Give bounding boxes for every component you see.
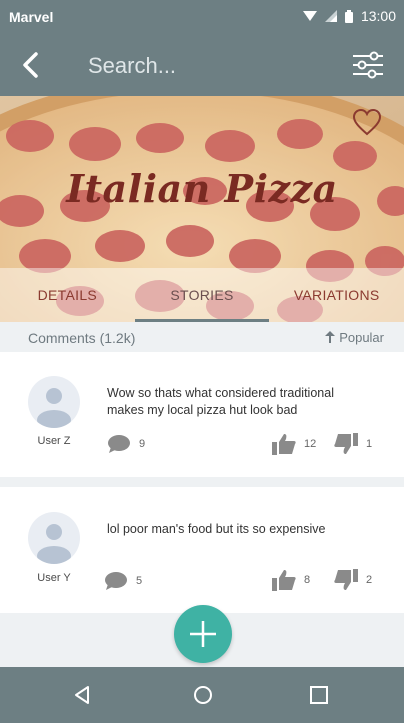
comment-username: User Y <box>37 572 71 584</box>
tab-label: DETAILS <box>37 287 98 303</box>
avatar <box>28 512 80 564</box>
tab-variations[interactable]: VARIATIONS <box>269 268 404 322</box>
reply-count: 9 <box>139 438 146 450</box>
back-arrow-icon[interactable] <box>16 50 46 80</box>
user-avatar-icon <box>37 524 71 564</box>
thumbs-up-icon <box>272 570 296 591</box>
sort-popular-button[interactable]: Popular <box>325 330 384 345</box>
comment-card: User Y lol poor man's food but its so ex… <box>0 487 404 613</box>
comments-header: Comments (1.2k) Popular <box>0 322 404 353</box>
nav-back-icon[interactable] <box>70 683 94 707</box>
tab-details[interactable]: DETAILS <box>0 268 135 322</box>
battery-icon <box>344 9 353 23</box>
wifi-icon <box>302 11 317 21</box>
thumbs-down-icon <box>334 433 358 454</box>
nav-recent-icon[interactable] <box>307 683 331 707</box>
carrier-label: Marvel <box>9 9 54 25</box>
thumbs-down-icon <box>334 569 358 590</box>
like-count: 8 <box>304 574 311 586</box>
avatar <box>28 376 80 428</box>
app-bar <box>0 34 404 96</box>
filter-sliders-icon[interactable] <box>352 51 384 79</box>
search-input[interactable] <box>88 52 328 80</box>
dislike-count: 1 <box>366 438 373 450</box>
like-count: 12 <box>304 438 317 450</box>
comment-username: User Z <box>37 435 71 447</box>
status-bar: Marvel 13:00 <box>0 0 404 34</box>
reply-count: 5 <box>136 575 143 587</box>
thumbs-up-icon <box>272 434 296 455</box>
arrow-up-icon <box>325 331 336 343</box>
tab-bar: DETAILS STORIES VARIATIONS <box>0 268 404 322</box>
reply-button[interactable]: 9 <box>107 434 145 454</box>
user-avatar-icon <box>37 388 71 428</box>
clock: 13:00 <box>360 8 396 24</box>
system-nav-bar <box>0 667 404 723</box>
comment-text: Wow so thats what considered traditional… <box>107 386 334 417</box>
comments-count: Comments (1.2k) <box>28 330 136 346</box>
comment-icon <box>105 572 127 590</box>
dislike-button[interactable]: 1 <box>334 433 372 455</box>
comment-card: User Z Wow so thats what considered trad… <box>0 352 404 477</box>
dislike-count: 2 <box>366 574 373 586</box>
sort-label: Popular <box>339 330 384 345</box>
dislike-button[interactable]: 2 <box>334 569 372 591</box>
recipe-title: Italian Pizza <box>66 166 338 211</box>
signal-icon <box>324 10 337 22</box>
comment-icon <box>108 435 130 453</box>
add-comment-button[interactable] <box>174 605 232 663</box>
tab-stories[interactable]: STORIES <box>134 268 270 322</box>
like-button[interactable]: 12 <box>272 433 316 455</box>
like-button[interactable]: 8 <box>272 569 310 591</box>
heart-icon[interactable] <box>352 108 382 136</box>
reply-button[interactable]: 5 <box>104 571 142 591</box>
status-icons: 13:00 <box>302 8 396 24</box>
tab-label: VARIATIONS <box>293 287 380 303</box>
comment-text: lol poor man's food but its so expensive <box>107 522 326 536</box>
nav-home-icon[interactable] <box>191 683 215 707</box>
plus-icon <box>190 621 216 647</box>
tab-label: STORIES <box>170 287 234 303</box>
